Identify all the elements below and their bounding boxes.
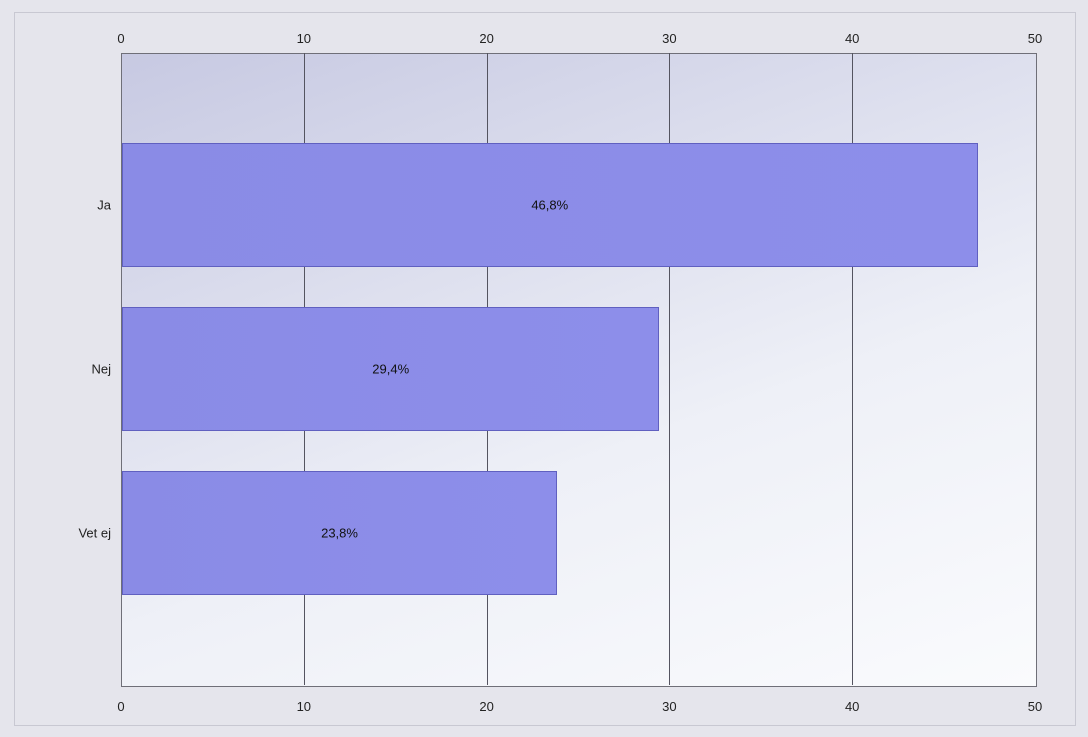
x-tick-label: 20	[457, 31, 517, 46]
bar: 23,8%	[122, 471, 557, 595]
bar: 46,8%	[122, 143, 978, 267]
y-tick-label: Nej	[15, 362, 111, 377]
x-tick-label: 30	[639, 699, 699, 714]
x-tick-label: 50	[1005, 699, 1065, 714]
chart-frame: 0 0 10 10 20 20 30 30 40 40 50 50 Ja Nej Vet ej 46,8%…	[14, 12, 1076, 726]
bar: 29,4%	[122, 307, 659, 431]
y-tick-label: Ja	[15, 198, 111, 213]
x-tick-label: 0	[91, 699, 151, 714]
x-tick-label: 40	[822, 31, 882, 46]
x-tick-label: 40	[822, 699, 882, 714]
x-tick-label: 0	[91, 31, 151, 46]
x-tick-label: 20	[457, 699, 517, 714]
y-tick-label: Vet ej	[15, 526, 111, 541]
bar-value-label: 29,4%	[123, 362, 658, 377]
x-tick-label: 10	[274, 699, 334, 714]
x-tick-label: 50	[1005, 31, 1065, 46]
bar-value-label: 46,8%	[123, 198, 977, 213]
x-tick-label: 10	[274, 31, 334, 46]
x-tick-label: 30	[639, 31, 699, 46]
bar-value-label: 23,8%	[123, 526, 556, 541]
